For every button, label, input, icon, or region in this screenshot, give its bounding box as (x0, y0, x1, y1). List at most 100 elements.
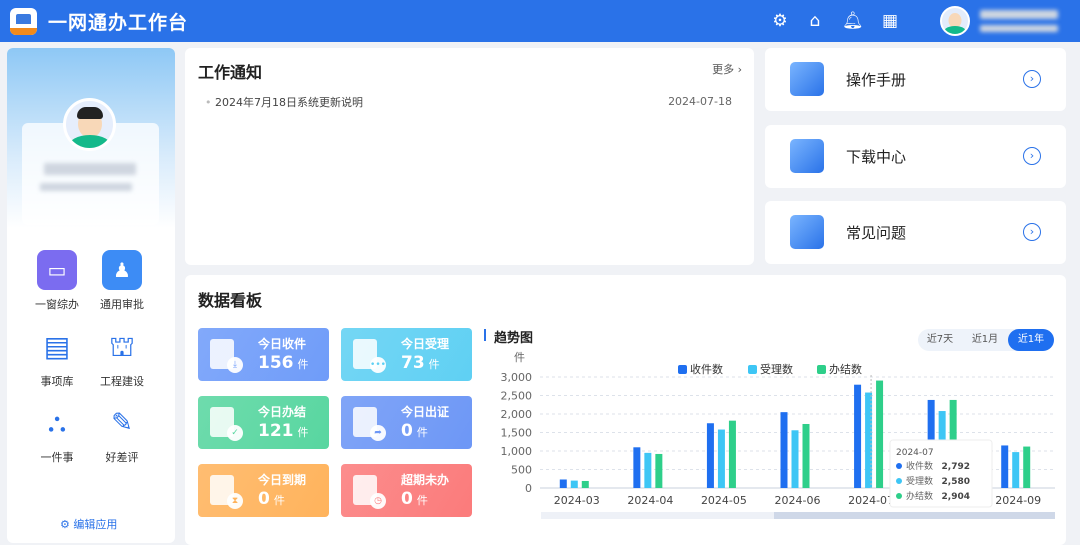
bar-办结数-2024-03[interactable] (581, 480, 589, 488)
quick-link-manual[interactable]: 操作手册 › (765, 48, 1066, 111)
app-label: 工程建设 (100, 375, 144, 388)
bar-受理数-2024-03[interactable] (570, 480, 578, 488)
stat-value-wrap: 0件 (401, 421, 428, 441)
gear-icon[interactable]: ⚙ (770, 11, 790, 31)
stat-label: 今日办结 (258, 405, 307, 419)
stat-card-overdue[interactable]: ◷ 超期未办 0 件 (341, 464, 472, 517)
user-avatar[interactable] (940, 6, 970, 36)
stat-value-wrap: 156 件 (258, 353, 309, 373)
stat-card-today-certified[interactable]: ➦ 今日出证 0 件 (341, 396, 472, 449)
y-tick-label: 500 (511, 464, 532, 477)
bar-办结数-2024-09[interactable] (1023, 446, 1031, 488)
board-title: 数据看板 (198, 291, 263, 310)
bar-收件数-2024-04[interactable] (633, 447, 641, 488)
app-label: 事项库 (40, 375, 74, 388)
chevron-right-circle-icon: › (1023, 147, 1041, 165)
stat-unit: 件 (416, 494, 428, 507)
bar-收件数-2024-06[interactable] (780, 412, 788, 488)
bar-收件数-2024-03[interactable] (559, 479, 567, 488)
profile-name-redacted (44, 163, 136, 175)
home-icon[interactable]: ⌂ (805, 11, 825, 31)
stat-label: 今日收件 (258, 337, 307, 351)
bell-icon[interactable]: 🔔︎ (842, 11, 864, 31)
quick-link-faq[interactable]: 常见问题 › (765, 201, 1066, 264)
y-tick-label: 2,500 (501, 390, 533, 403)
more-link[interactable]: 更多 › (712, 61, 742, 77)
bar-办结数-2024-05[interactable] (728, 420, 736, 488)
stat-value: 156 (258, 353, 294, 373)
tooltip-dot (896, 463, 902, 469)
crane-icon: ⛫ (109, 330, 135, 363)
app-one-thing[interactable]: ⛬ 一件事 (22, 403, 92, 465)
app-label: 好差评 (105, 451, 139, 464)
user-name-redacted (980, 10, 1058, 19)
zoom-slider-handle[interactable] (774, 512, 1055, 519)
app-review[interactable]: ✎ 好差评 (87, 403, 157, 465)
status-badge-icon: ➦ (370, 425, 386, 441)
bar-受理数-2024-05[interactable] (717, 429, 725, 488)
stat-card-today-accepted[interactable]: ••• 今日受理 73 件 (341, 328, 472, 381)
legend-label[interactable]: 受理数 (760, 363, 793, 376)
quick-link-download[interactable]: 下载中心 › (765, 125, 1066, 188)
stat-unit: 件 (416, 426, 428, 439)
bar-办结数-2024-04[interactable] (655, 453, 663, 488)
y-tick-label: 0 (525, 482, 532, 495)
bar-受理数-2024-04[interactable] (644, 452, 652, 488)
trend-title: 趋势图 (494, 331, 534, 346)
x-tick-label: 2024-05 (701, 494, 747, 507)
stat-unit: 件 (428, 358, 440, 371)
status-badge-icon: ⤓ (227, 357, 243, 373)
stat-card-today-received[interactable]: ⤓ 今日收件 156 件 (198, 328, 329, 381)
x-tick-label: 2024-06 (775, 494, 821, 507)
stat-label: 今日受理 (401, 337, 450, 351)
legend-label[interactable]: 办结数 (829, 363, 862, 376)
chevron-right-circle-icon: › (1023, 223, 1041, 241)
tooltip-dot (896, 478, 902, 484)
edit-apps-link[interactable]: ⚙ 编辑应用 (60, 516, 117, 532)
app-construction[interactable]: ⛫ 工程建设 (87, 327, 157, 389)
notice-item-date: 2024-07-18 (668, 95, 732, 108)
profile-org-redacted (40, 183, 132, 191)
bar-收件数-2024-05[interactable] (706, 423, 714, 488)
status-badge-icon: ⧗ (227, 493, 243, 509)
x-tick-label: 2024-04 (627, 494, 673, 507)
app-title: 一网通办工作台 (48, 12, 189, 34)
bullet-icon: • (205, 96, 215, 109)
bar-受理数-2024-09[interactable] (1012, 452, 1020, 488)
stat-card-today-completed[interactable]: ✓ 今日办结 121 件 (198, 396, 329, 449)
tooltip-title: 2024-07 (896, 448, 934, 458)
tooltip-value: 2,904 (942, 492, 970, 502)
quick-link-label: 下载中心 (846, 148, 907, 166)
profile-avatar (63, 98, 116, 151)
stat-label: 超期未办 (401, 473, 450, 487)
quick-link-label: 操作手册 (846, 71, 907, 89)
bar-办结数-2024-06[interactable] (802, 423, 810, 488)
list-doc-icon: ▤ (43, 330, 71, 363)
tooltip-value: 2,792 (942, 462, 970, 472)
app-approval[interactable]: ♟ 通用审批 (87, 250, 157, 312)
status-badge-icon: ✓ (227, 425, 243, 441)
notice-panel: 工作通知 更多 › • 2024年7月18日系统更新说明 2024-07-18 (185, 48, 754, 265)
stat-value-wrap: 0件 (258, 489, 285, 509)
chevron-right-circle-icon: › (1023, 70, 1041, 88)
app-yichuang[interactable]: ▭ 一窗综办 (22, 250, 92, 312)
edit-apps-label: 编辑应用 (73, 518, 118, 531)
bar-受理数-2024-06[interactable] (791, 430, 799, 488)
quick-link-label: 常见问题 (846, 224, 907, 242)
y-tick-label: 1,500 (501, 427, 533, 440)
bar-收件数-2024-09[interactable] (1001, 445, 1009, 488)
chevron-right-icon: › (737, 63, 742, 76)
app-item-library[interactable]: ▤ 事项库 (22, 327, 92, 389)
x-tick-label: 2024-03 (554, 494, 600, 507)
grid-icon[interactable]: ▦ (880, 11, 900, 31)
bar-收件数-2024-07[interactable] (854, 384, 862, 488)
stat-value: 73 (401, 353, 425, 373)
legend-label[interactable]: 收件数 (690, 362, 723, 376)
notice-item[interactable]: • 2024年7月18日系统更新说明 (205, 94, 363, 110)
trend-chart: 件 0 500 1,000 1,500 2,000 2,500 3,000 2024-03 202… (501, 351, 1055, 519)
bar-办结数-2024-07[interactable] (876, 380, 884, 488)
tooltip-value: 2,580 (942, 477, 970, 487)
legend-swatch (817, 365, 826, 374)
x-tick-label: 2024-09 (995, 494, 1041, 507)
stat-card-today-due[interactable]: ⧗ 今日到期 0 件 (198, 464, 329, 517)
